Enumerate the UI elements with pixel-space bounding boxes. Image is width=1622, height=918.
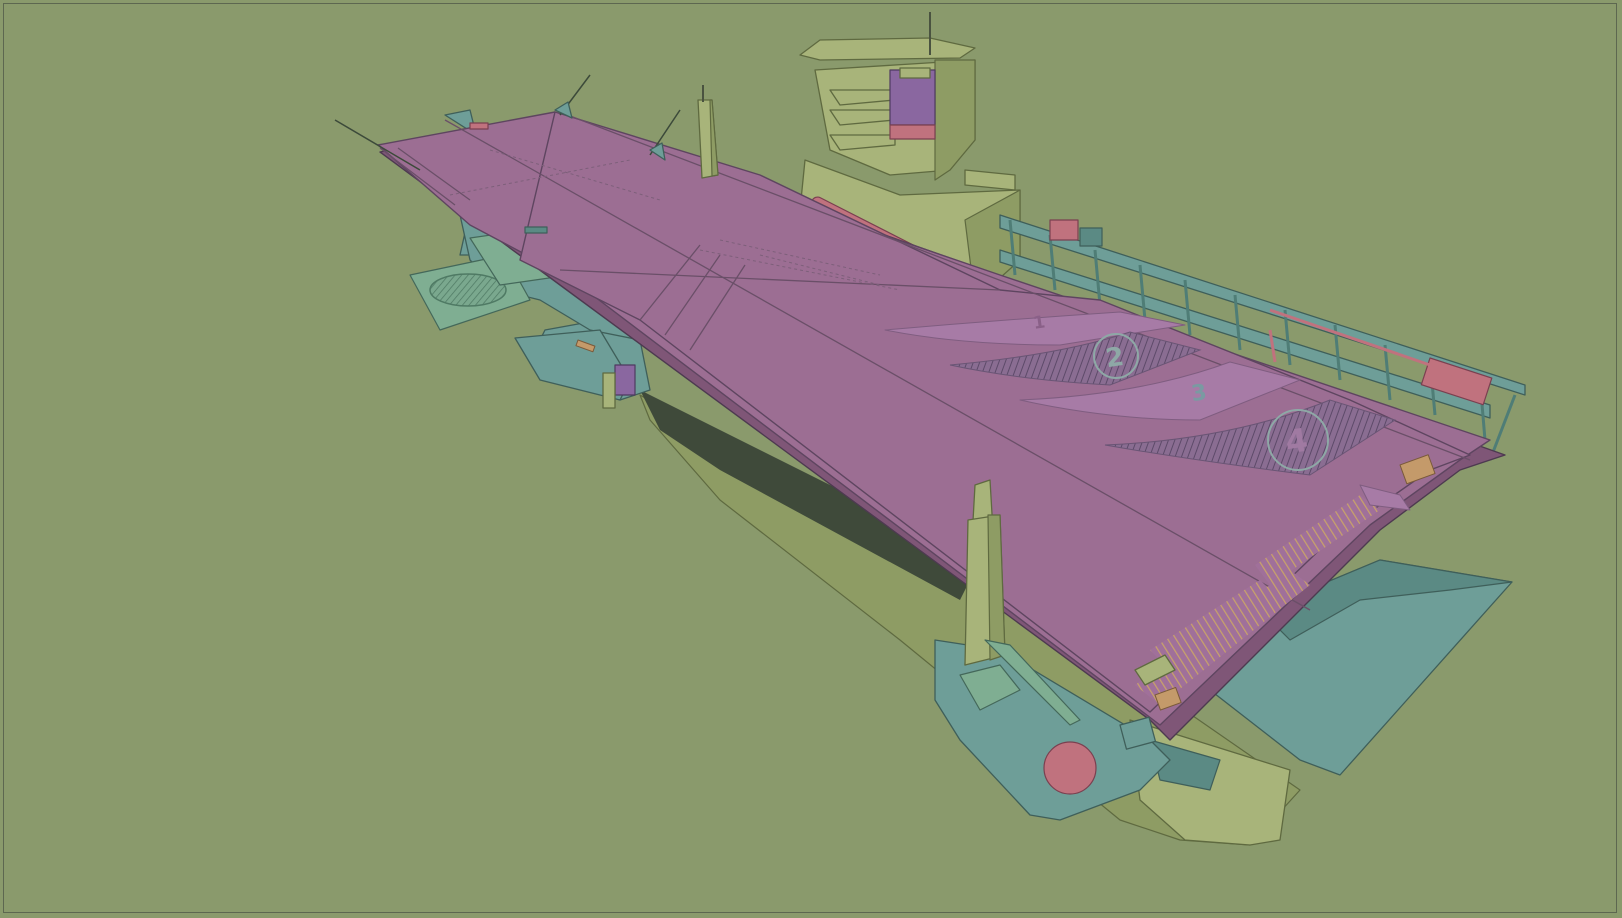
carrier-scene[interactable]: 1 2 3 4 (0, 0, 1622, 918)
3d-viewport[interactable]: 1 2 3 4 (0, 0, 1622, 918)
